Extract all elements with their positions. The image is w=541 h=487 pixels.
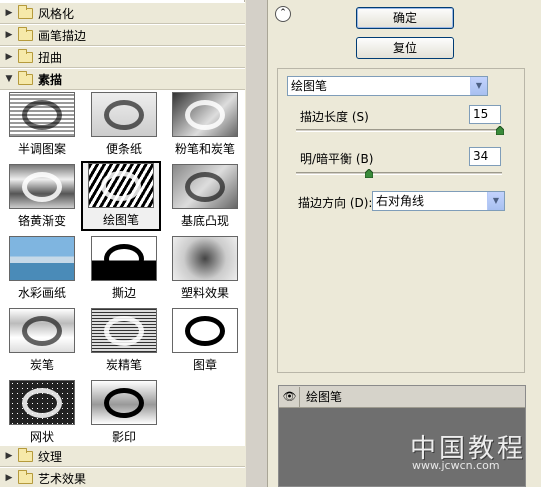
effect-layer-row[interactable]: 👁 绘图笔	[279, 386, 525, 408]
chevron-down-icon: ▼	[470, 77, 487, 95]
thumb-image	[9, 164, 75, 209]
category-brush-strokes[interactable]: ▶ 画笔描边	[0, 24, 245, 46]
folder-icon	[18, 4, 33, 19]
thumb-photocopy[interactable]: 影印	[84, 378, 164, 448]
folder-open-icon	[18, 70, 33, 85]
expand-arrow-icon: ▶	[5, 8, 13, 18]
category-texture[interactable]: ▶ 纹理	[0, 445, 245, 467]
thumb-chalk-charcoal[interactable]: 粉笔和炭笔	[165, 90, 245, 160]
gallery-splitter[interactable]	[246, 0, 268, 487]
folder-icon	[18, 447, 33, 462]
thumb-image	[172, 308, 238, 353]
filter-select[interactable]: 绘图笔 ▼	[287, 76, 488, 96]
stroke-length-track[interactable]	[296, 129, 502, 132]
expand-arrow-icon: ▶	[5, 52, 13, 62]
category-stylize[interactable]: ▶ 风格化	[0, 2, 245, 24]
thumb-conte-crayon[interactable]: 炭精笔	[84, 306, 164, 376]
light-dark-balance-slider-thumb[interactable]	[365, 169, 373, 178]
category-artistic[interactable]: ▶ 艺术效果	[0, 467, 245, 487]
light-dark-balance-track[interactable]	[296, 172, 502, 175]
thumb-plaster[interactable]: 塑料效果	[165, 234, 245, 304]
category-distort[interactable]: ▶ 扭曲	[0, 46, 245, 68]
collapse-arrow-icon: ▼	[5, 74, 13, 84]
eye-icon[interactable]: 👁	[280, 386, 300, 407]
thumb-image	[91, 380, 157, 425]
thumb-bas-relief[interactable]: 基底凸现	[165, 162, 245, 232]
thumb-graphic-pen[interactable]: 绘图笔	[81, 161, 161, 231]
category-sketch[interactable]: ▼ 素描	[0, 68, 245, 90]
folder-icon	[18, 48, 33, 63]
chevron-down-icon: ▼	[487, 192, 504, 210]
thumb-torn-edges[interactable]: 撕边	[84, 234, 164, 304]
folder-icon	[18, 26, 33, 41]
thumb-image	[9, 380, 75, 425]
thumb-image	[172, 164, 238, 209]
light-dark-balance-label: 明/暗平衡 (B)	[300, 152, 374, 166]
folder-icon	[18, 469, 33, 484]
thumb-image	[91, 236, 157, 281]
reset-button[interactable]: 复位	[356, 37, 454, 59]
stroke-length-input[interactable]: 15	[469, 105, 501, 124]
filter-gallery: ▶ 风格化 ▶ 画笔描边 ▶ 扭曲 ▼ 素描 半调图案 便条纸 粉笔和炭笔 铬黄…	[0, 0, 245, 487]
light-dark-balance-input[interactable]: 34	[469, 147, 501, 166]
thumb-image	[88, 163, 154, 208]
stroke-length-slider-thumb[interactable]	[496, 126, 504, 135]
expand-arrow-icon: ▶	[5, 473, 13, 483]
thumb-image	[91, 308, 157, 353]
double-chevron-up-icon[interactable]: ⌃	[275, 6, 291, 22]
thumb-reticulation[interactable]: 网状	[2, 378, 82, 448]
thumb-water-paper[interactable]: 水彩画纸	[2, 234, 82, 304]
thumb-charcoal[interactable]: 炭笔	[2, 306, 82, 376]
thumb-image	[172, 236, 238, 281]
thumb-image	[9, 92, 75, 137]
stroke-direction-select[interactable]: 右对角线 ▼	[372, 191, 505, 211]
expand-arrow-icon: ▶	[5, 451, 13, 461]
thumb-image	[9, 308, 75, 353]
ok-button[interactable]: 确定	[356, 7, 454, 29]
stroke-direction-label: 描边方向 (D):	[298, 196, 373, 210]
stroke-length-label: 描边长度 (S)	[300, 110, 369, 124]
thumbnail-grid: 半调图案 便条纸 粉笔和炭笔 铬黄渐变 绘图笔 基底凸现 水彩画纸 撕边 塑料效…	[0, 90, 245, 445]
watermark-url: www.jcwcn.com	[412, 459, 500, 472]
thumb-image	[91, 92, 157, 137]
thumb-stamp[interactable]: 图章	[165, 306, 245, 376]
expand-arrow-icon: ▶	[5, 30, 13, 40]
thumb-halftone[interactable]: 半调图案	[2, 90, 82, 160]
thumb-image	[172, 92, 238, 137]
thumb-chrome[interactable]: 铬黄渐变	[2, 162, 82, 232]
thumb-note-paper[interactable]: 便条纸	[84, 90, 164, 160]
thumb-image	[9, 236, 75, 281]
